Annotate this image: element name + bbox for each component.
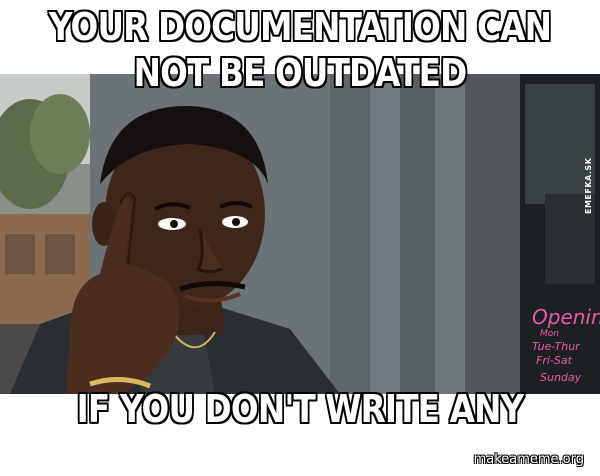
window-sign-line: Tue-Thur <box>532 340 581 353</box>
window-sign-title: Opening <box>532 305 600 329</box>
bottom-caption: IF YOU DON'T WRITE ANY <box>76 386 525 432</box>
meme-photo: Opening Mon Tue-Thur Fri-Sat Sunday <box>0 74 600 394</box>
window-sign-line: Fri-Sat <box>536 354 573 367</box>
side-watermark: EMEFKA.SK <box>584 157 593 215</box>
window-sign-line: Sunday <box>540 371 582 384</box>
top-caption: YOUR DOCUMENTATION CAN NOT BE OUTDATED <box>42 4 558 96</box>
top-caption-line: NOT BE OUTDATED <box>133 50 468 96</box>
meme-image: Opening Mon Tue-Thur Fri-Sat Sunday YOUR… <box>0 0 600 476</box>
window-sign-line: Mon <box>540 329 559 339</box>
top-caption-line: YOUR DOCUMENTATION CAN <box>48 4 553 50</box>
bottom-watermark: makeameme.org <box>473 452 584 467</box>
